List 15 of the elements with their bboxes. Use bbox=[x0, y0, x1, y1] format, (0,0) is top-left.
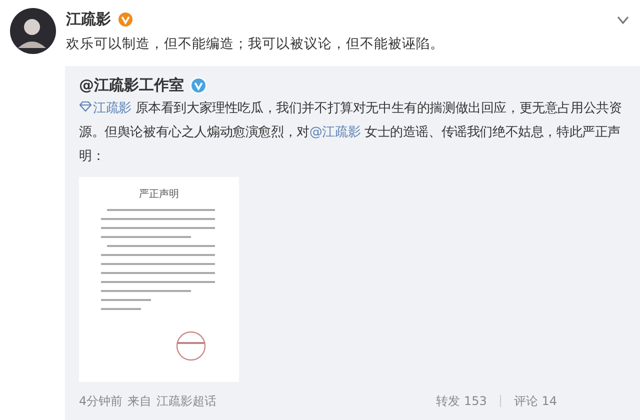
source-link[interactable]: 江疏影超话 bbox=[156, 392, 217, 410]
author-name[interactable]: @江疏影工作室 bbox=[79, 76, 184, 95]
post-time: 4分钟前 bbox=[79, 392, 123, 410]
document-title: 严正声明 bbox=[139, 188, 179, 201]
source-label: 来自 bbox=[128, 392, 152, 410]
topic-link[interactable]: 江疏影 bbox=[79, 101, 132, 116]
mention-link[interactable]: @江疏影 bbox=[309, 125, 361, 140]
repost-text: 江疏影 原本看到大家理性吃瓜，我们并不打算对无中生有的揣测做出回应，更无意占用公共资源。但舆论被有心之人煽动愈演愈烈，对@江疏影 女士的造谣、传谣我们绝不姑息，特此严正声明： bbox=[79, 100, 623, 166]
diamond-icon bbox=[79, 101, 92, 112]
author-name[interactable]: 江疏影 bbox=[66, 10, 111, 29]
avatar[interactable] bbox=[10, 8, 56, 54]
post-text: 欢乐可以制造，但不能编造；我可以被议论，但不能被诬陷。 bbox=[66, 35, 445, 53]
stat-link[interactable]: 转发 153 bbox=[436, 392, 487, 410]
stat-link[interactable]: 评论 14 bbox=[514, 392, 557, 410]
document-image[interactable]: 严正声明 bbox=[79, 177, 239, 382]
